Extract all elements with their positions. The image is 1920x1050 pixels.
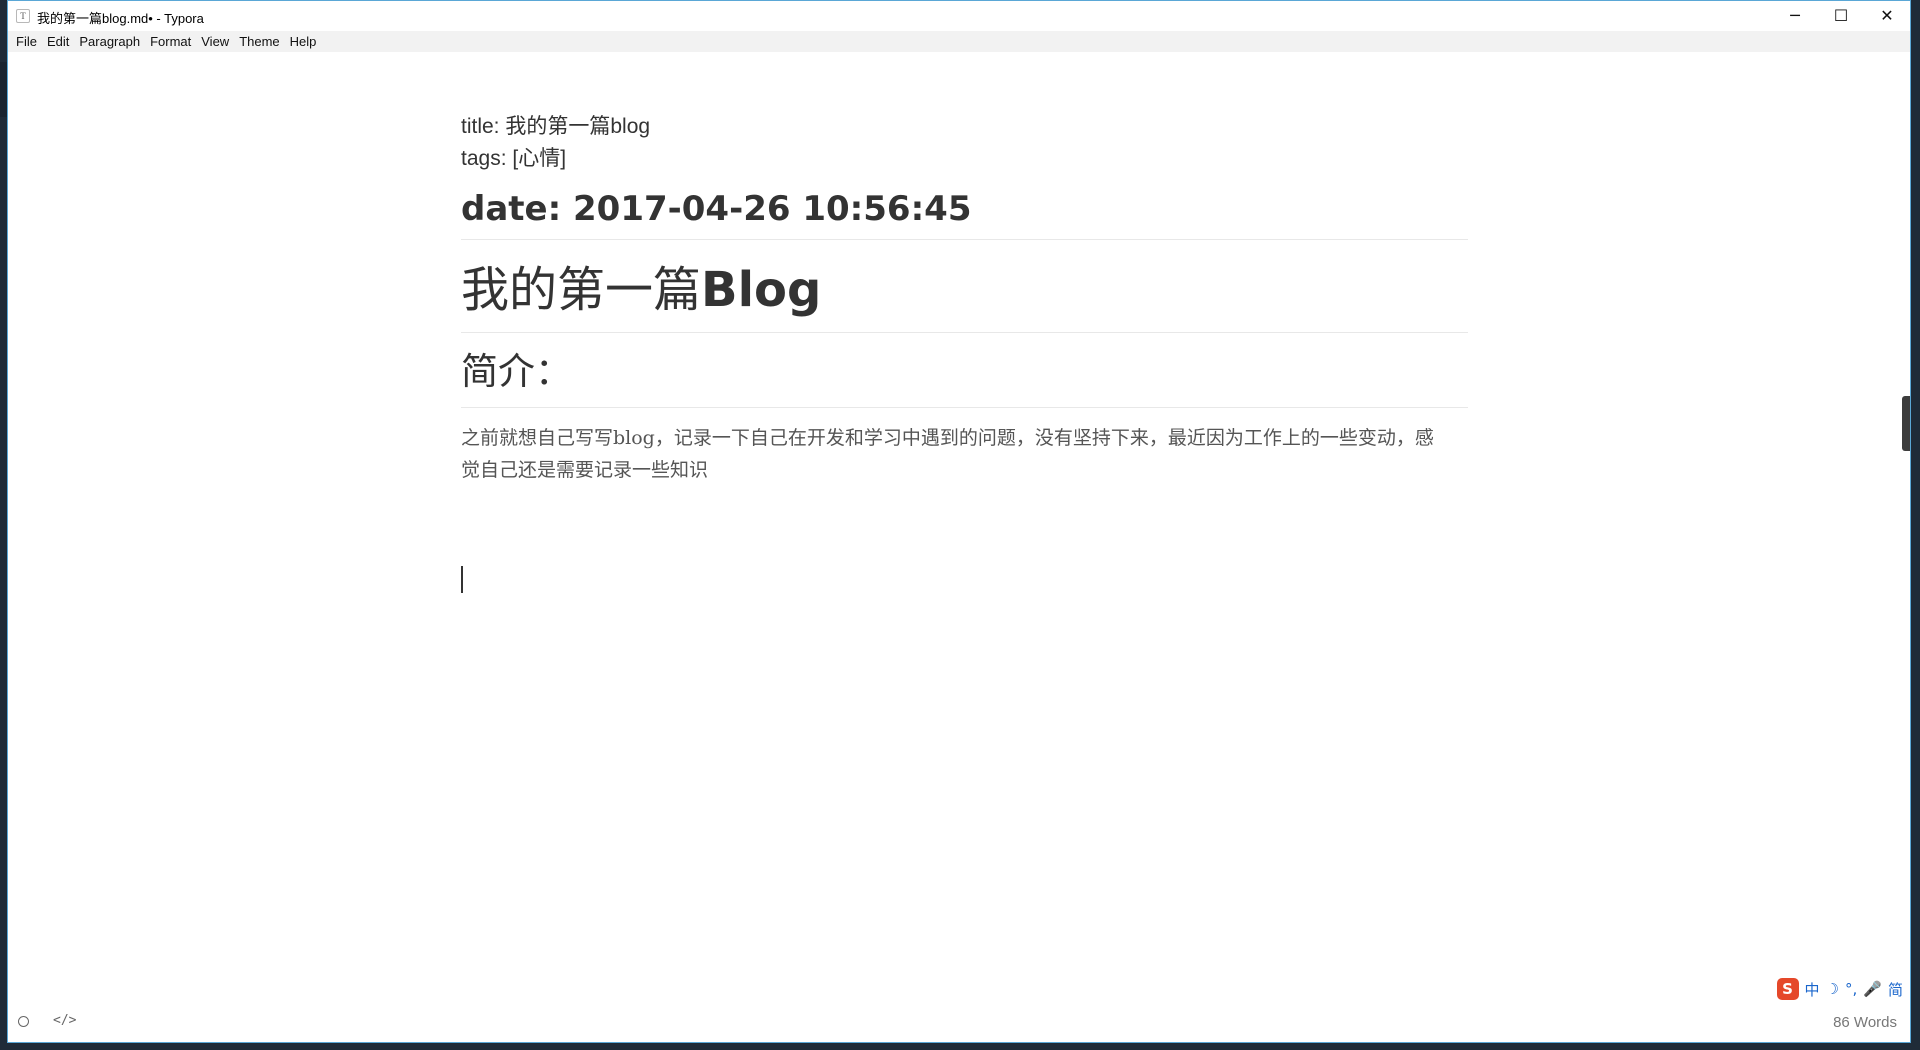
editor-content[interactable]: title: 我的第一篇blog tags: [心情] date: 2017-0… <box>461 111 1468 593</box>
front-matter-tags[interactable]: tags: [心情] <box>461 143 1468 175</box>
scrollbar-handle[interactable] <box>1902 396 1910 451</box>
punctuation-icon[interactable]: °, <box>1845 980 1857 998</box>
title-bar[interactable]: T 我的第一篇blog.md• - Typora ─ ☐ ✕ <box>8 1 1910 31</box>
source-code-toggle-icon[interactable]: </> <box>53 1013 76 1028</box>
ime-chinese-mode[interactable]: 中 <box>1805 979 1820 1000</box>
date-heading[interactable]: date: 2017-04-26 10:56:45 <box>461 189 1468 240</box>
window-title: 我的第一篇blog.md• - Typora <box>37 11 204 26</box>
moon-icon[interactable]: ☽ <box>1826 980 1839 998</box>
ime-toolbar[interactable]: S 中 ☽ °, 🎤 简 <box>1772 976 1907 1002</box>
desktop-background-strip <box>0 62 7 117</box>
main-heading-cn: 我的第一篇 <box>461 262 702 318</box>
typora-window: T 我的第一篇blog.md• - Typora ─ ☐ ✕ File Edit P… <box>7 0 1911 1043</box>
typora-app-icon: T <box>16 9 30 23</box>
intro-paragraph[interactable]: 之前就想自己写写blog，记录一下自己在开发和学习中遇到的问题，没有坚持下来，最… <box>461 422 1441 486</box>
menu-edit[interactable]: Edit <box>42 31 74 52</box>
minimize-button[interactable]: ─ <box>1772 1 1818 31</box>
main-heading-en: Blog <box>701 262 822 318</box>
menu-theme[interactable]: Theme <box>234 31 284 52</box>
menu-paragraph[interactable]: Paragraph <box>74 31 145 52</box>
sogou-logo-icon[interactable]: S <box>1776 978 1799 1000</box>
menu-bar: File Edit Paragraph Format View Theme Help <box>8 31 1910 52</box>
menu-format[interactable]: Format <box>145 31 196 52</box>
front-matter-title[interactable]: title: 我的第一篇blog <box>461 111 1468 143</box>
menu-help[interactable]: Help <box>285 31 322 52</box>
status-bar: </> 86 Words <box>8 1004 1910 1042</box>
maximize-button[interactable]: ☐ <box>1818 1 1864 31</box>
ime-simplified-mode[interactable]: 简 <box>1888 979 1903 1000</box>
text-cursor <box>461 566 463 593</box>
sidebar-toggle-circle-icon[interactable] <box>18 1016 29 1027</box>
intro-heading[interactable]: 简介： <box>461 345 1468 408</box>
menu-file[interactable]: File <box>11 31 42 52</box>
close-button[interactable]: ✕ <box>1864 1 1910 31</box>
word-count[interactable]: 86 Words <box>1833 1014 1897 1031</box>
microphone-icon[interactable]: 🎤 <box>1863 980 1882 998</box>
main-heading[interactable]: 我的第一篇Blog <box>461 258 1468 333</box>
menu-view[interactable]: View <box>196 31 234 52</box>
